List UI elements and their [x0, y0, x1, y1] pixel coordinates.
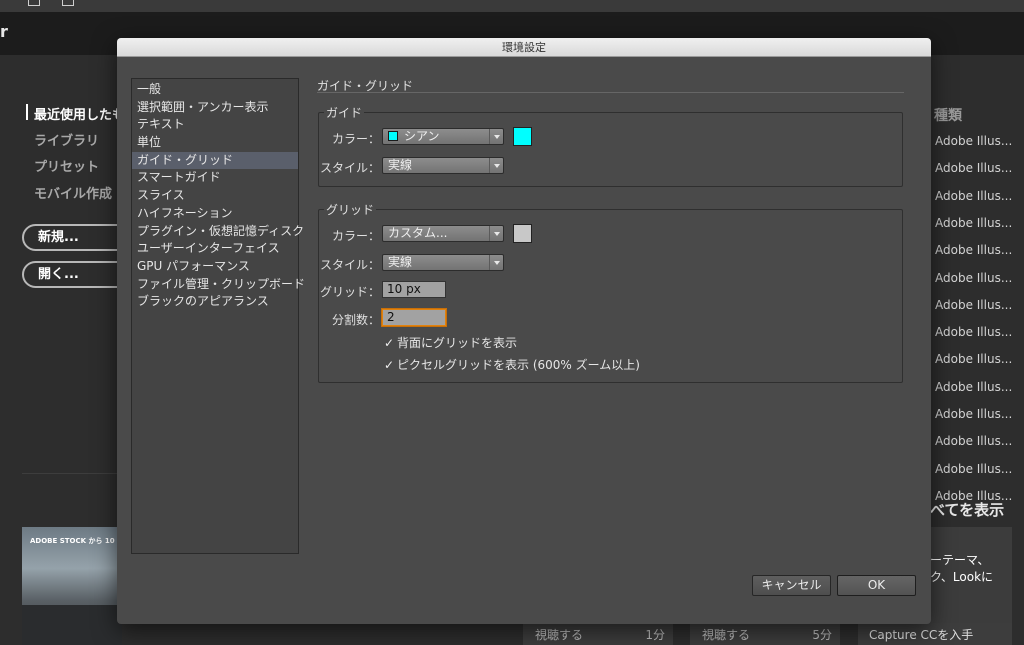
- pixel-grid-label: ピクセルグリッドを表示 (600% ズーム以上): [397, 358, 640, 372]
- kind-item: Adobe Illus...: [935, 134, 1013, 148]
- nav-active-indicator: [26, 104, 28, 120]
- nav-item-mobile[interactable]: モバイル作成: [34, 183, 112, 202]
- kind-item: Adobe Illus...: [935, 270, 1013, 285]
- grid-style-value: 実線: [388, 255, 413, 269]
- guide-color-dropdown[interactable]: シアン: [382, 128, 504, 145]
- cancel-button[interactable]: キャンセル: [752, 575, 831, 596]
- app-title: r: [0, 22, 8, 41]
- kind-item: Adobe Illus...: [935, 188, 1013, 203]
- category-item[interactable]: 一般: [132, 81, 298, 99]
- dialog-title[interactable]: 環境設定: [117, 38, 931, 57]
- gridline-label: グリッド：: [320, 285, 381, 299]
- show-all-link[interactable]: べてを表示: [930, 499, 1004, 520]
- guide-style-dropdown[interactable]: 実線: [382, 157, 504, 174]
- category-item[interactable]: ハイフネーション: [132, 205, 298, 223]
- grid-color-label: カラー：: [331, 229, 380, 243]
- kind-item: Adobe Illus...: [935, 297, 1013, 312]
- category-item[interactable]: プラグイン・仮想記憶ディスク: [132, 223, 304, 241]
- grid-color-dropdown[interactable]: カスタム...: [382, 225, 504, 242]
- watch-label: 視聴する: [535, 628, 584, 642]
- grids-in-back-checkbox[interactable]: ✓ 背面にグリッドを表示: [384, 334, 517, 351]
- guide-color-label: カラー：: [331, 132, 380, 146]
- stock-banner[interactable]: ADOBE STOCK から 10: [22, 527, 122, 645]
- gridline-input[interactable]: 10 px: [382, 281, 446, 298]
- category-item[interactable]: ファイル管理・クリップボード: [132, 276, 305, 294]
- window-icon: [62, 0, 74, 6]
- category-item[interactable]: 単位: [132, 134, 298, 152]
- chevron-down-icon: [489, 158, 503, 173]
- window-icon: [28, 0, 40, 6]
- checkmark-icon: ✓: [384, 358, 395, 372]
- category-list[interactable]: 一般 選択範囲・アンカー表示 テキスト 単位 ガイド・グリッド スマートガイド スライス ハイ…: [131, 78, 305, 554]
- guide-style-value: 実線: [388, 158, 413, 172]
- category-item[interactable]: ブラックのアピアランス: [132, 293, 298, 311]
- kind-column-header: 種類: [934, 108, 962, 124]
- open-button[interactable]: 開く...: [22, 261, 132, 288]
- duration-label: 5分: [812, 628, 832, 642]
- kind-item: Adobe Illus...: [935, 379, 1013, 394]
- new-button[interactable]: 新規...: [22, 224, 132, 251]
- category-item[interactable]: 選択範囲・アンカー表示: [132, 99, 298, 117]
- kind-item: Adobe Illus...: [935, 407, 1013, 421]
- subdivisions-label: 分割数：: [331, 313, 380, 327]
- kind-item: Adobe Illus...: [935, 243, 1013, 258]
- chevron-down-icon: [489, 226, 503, 241]
- guide-color-value: シアン: [404, 129, 440, 143]
- grid-style-label: スタイル：: [320, 258, 381, 272]
- top-toolbar: [0, 0, 1024, 12]
- feature-text: ーテーマ、: [930, 553, 990, 567]
- grid-group-title: グリッド: [324, 201, 377, 218]
- category-item[interactable]: ユーザーインターフェイス: [132, 240, 298, 258]
- pixel-grid-checkbox[interactable]: ✓ ピクセルグリッドを表示 (600% ズーム以上): [384, 356, 640, 373]
- guide-color-chip[interactable]: [513, 127, 532, 146]
- grid-color-chip[interactable]: [513, 224, 532, 243]
- chevron-down-icon: [489, 255, 503, 270]
- category-item[interactable]: スライス: [132, 187, 298, 205]
- nav-item-presets[interactable]: プリセット: [34, 156, 99, 175]
- duration-label: 1分: [645, 628, 665, 642]
- category-item[interactable]: テキスト: [132, 116, 298, 134]
- category-item[interactable]: スマートガイド: [132, 169, 298, 187]
- kind-item: Adobe Illus...: [935, 434, 1013, 449]
- grid-style-dropdown[interactable]: 実線: [382, 254, 504, 271]
- nav-item-libraries[interactable]: ライブラリ: [34, 130, 99, 149]
- chevron-down-icon: [489, 129, 503, 144]
- kind-item: Adobe Illus...: [935, 161, 1013, 176]
- grid-color-value: カスタム...: [388, 226, 448, 240]
- kind-item: Adobe Illus...: [935, 215, 1013, 230]
- video-card-2[interactable]: 視聴する 5分: [690, 623, 840, 645]
- video-card-1[interactable]: 視聴する 1分: [523, 623, 673, 645]
- preferences-dialog: 環境設定 一般 選択範囲・アンカー表示 テキスト 単位 ガイド・グリッド スマートガイドス…: [117, 38, 931, 624]
- capture-cc-link[interactable]: Capture CCを入手: [858, 623, 1012, 645]
- subdivisions-input[interactable]: 2: [382, 309, 446, 326]
- kind-item: Adobe Illus...: [935, 325, 1013, 340]
- grids-in-back-label: 背面にグリッドを表示: [397, 336, 518, 350]
- ok-button[interactable]: OK: [837, 575, 916, 596]
- category-item[interactable]: ガイド・グリッド: [132, 151, 298, 170]
- checkmark-icon: ✓: [384, 336, 395, 350]
- divider: [22, 473, 122, 474]
- category-item[interactable]: GPU パフォーマンス: [132, 258, 298, 276]
- kind-item: Adobe Illus...: [935, 461, 1013, 476]
- section-divider: [317, 92, 904, 93]
- watch-label: 視聴する: [702, 628, 751, 642]
- cyan-swatch-icon: [388, 131, 398, 141]
- stock-banner-label: ADOBE STOCK から 10: [30, 537, 115, 545]
- feature-text: ク、Lookに: [930, 570, 994, 584]
- nav-item-recent[interactable]: 最近使用したも: [34, 104, 125, 123]
- guide-group: [318, 112, 903, 187]
- kind-item: Adobe Illus...: [935, 352, 1013, 367]
- guide-style-label: スタイル：: [320, 161, 381, 175]
- guide-group-title: ガイド: [324, 104, 365, 121]
- stock-image: [22, 605, 122, 645]
